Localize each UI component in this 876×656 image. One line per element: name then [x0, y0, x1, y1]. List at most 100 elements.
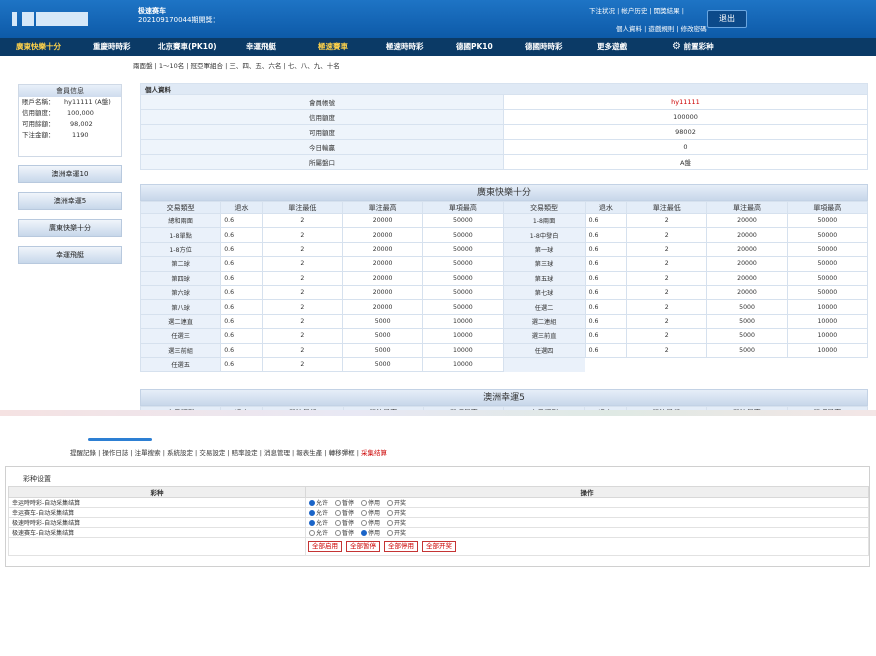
odds-cell: 0.6	[220, 299, 263, 315]
odds-cell: 50000	[422, 241, 504, 258]
odds-col-header: 交易類型	[139, 201, 222, 214]
header-links-bottom: 個人資料 | 遊戲規則 | 修改密碼	[616, 25, 707, 33]
radio-button[interactable]	[335, 500, 342, 506]
odds-cell: 2	[261, 241, 344, 258]
lottery-name: 极速赛车-自动采集结算	[8, 527, 306, 538]
side-btn-gdkl10[interactable]: 廣東快樂十分	[18, 219, 122, 237]
radio-label: 开奖	[394, 510, 407, 517]
sub-nav[interactable]: 兩面盤 | 1～10名 | 冠亞軍組合 | 三、四、五、六名 | 七、八、九、十…	[133, 60, 340, 70]
radio-button[interactable]	[361, 500, 368, 506]
odds-cell: 0.6	[584, 227, 628, 243]
admin-tab-active[interactable]: 采集结算	[361, 449, 387, 457]
radio-label: 开奖	[394, 530, 407, 537]
bulk-action-button[interactable]: 全部停用	[384, 541, 418, 552]
nav-gdkl10[interactable]: 廣東快樂十分	[16, 38, 61, 56]
odds-cell: 0.6	[584, 256, 628, 272]
profile-link[interactable]: 個人資料	[616, 25, 642, 33]
odds-cell: 2	[626, 342, 708, 358]
settings-label: 彩种设置	[23, 475, 51, 483]
admin-tab[interactable]: 操作日誌	[102, 449, 128, 457]
bulk-action-button[interactable]: 全部启用	[308, 541, 342, 552]
odds-cell: 50000	[786, 241, 869, 258]
radio-label: 允许	[316, 530, 329, 537]
side-btn-aus5[interactable]: 澳洲幸運5	[18, 192, 122, 210]
admin-tab[interactable]: 賠率設定	[232, 449, 258, 457]
account-history-link[interactable]: 帐户历史	[621, 7, 647, 15]
admin-tab[interactable]: 交易設定	[199, 449, 225, 457]
admin-tab[interactable]: 報表生產	[296, 449, 322, 457]
blur-divider	[0, 410, 876, 416]
odds-cell: 5000	[706, 299, 788, 315]
lottery-name: 极速時時彩-自动采集结算	[8, 517, 306, 528]
bulk-action-button[interactable]: 全部暂停	[346, 541, 380, 552]
nav-more-games[interactable]: 更多遊戲	[597, 38, 627, 56]
odds-cell: 任選五	[139, 356, 222, 373]
radio-button[interactable]	[309, 520, 315, 526]
odds-cell: 2	[261, 227, 344, 243]
radio-button[interactable]	[335, 520, 342, 526]
odds-cell: 選二連組	[502, 313, 586, 330]
odds-col-header: 單注最高	[706, 201, 788, 214]
game-name: 极速赛车	[138, 7, 166, 15]
admin-tab[interactable]: 提醒記錄	[70, 449, 96, 457]
odds-cell: 0.6	[220, 342, 263, 358]
odds-cell: 50000	[786, 227, 869, 243]
nav-depk10[interactable]: 德國PK10	[456, 38, 493, 56]
radio-button[interactable]	[335, 510, 342, 516]
admin-tab[interactable]: 注單搜索	[135, 449, 161, 457]
radio-button[interactable]	[335, 530, 342, 536]
radio-button[interactable]	[309, 510, 315, 516]
odds-cell: 20000	[342, 299, 424, 315]
nav-cqssc[interactable]: 重慶時時彩	[93, 38, 131, 56]
odds-cell: 任選二	[502, 299, 586, 315]
odds-col-header: 單注最高	[342, 201, 424, 214]
radio-button[interactable]	[309, 500, 315, 506]
radio-button[interactable]	[387, 520, 394, 526]
side-btn-aus10[interactable]: 澳洲幸運10	[18, 165, 122, 183]
rules-link[interactable]: 遊戲規則	[648, 25, 674, 33]
odds-cell: 1-8中發白	[502, 227, 586, 243]
odds-cell: 50000	[786, 212, 869, 229]
admin-tab[interactable]: 系統設定	[167, 449, 193, 457]
odds-cell: 2	[261, 328, 344, 344]
operation-cell: 允许 暂停 停用 开奖	[305, 527, 869, 538]
logout-button[interactable]: 退出	[707, 10, 747, 28]
radio-button[interactable]	[309, 530, 315, 536]
radio-button[interactable]	[387, 530, 394, 536]
odds-cell: 2	[626, 313, 708, 330]
info-value: 98002	[503, 124, 868, 140]
radio-button[interactable]	[361, 530, 368, 536]
odds-cell: 2	[626, 299, 708, 315]
odds-cell: 任選三	[139, 328, 222, 344]
nav-dessc[interactable]: 德國時時彩	[525, 38, 563, 56]
member-info-title: 會員信息	[19, 85, 121, 97]
admin-tab[interactable]: 消息管理	[264, 449, 290, 457]
radio-button[interactable]	[387, 500, 394, 506]
nav-settings[interactable]: ⚙ 前置彩种	[672, 38, 714, 56]
radio-button[interactable]	[361, 520, 368, 526]
bet-status-link[interactable]: 下注状况	[589, 7, 615, 15]
change-password-link[interactable]: 修改密碼	[681, 25, 707, 33]
odds-cell: 5000	[342, 328, 424, 344]
odds-col-header: 單注最低	[261, 201, 344, 214]
admin-tab[interactable]: 轉移彈框	[329, 449, 355, 457]
odds-cell: 第五球	[502, 270, 586, 286]
odds-cell: 0.6	[220, 227, 263, 243]
radio-label: 暂停	[342, 520, 355, 527]
odds-cell: 2	[626, 227, 708, 243]
odds-cell: 5000	[706, 328, 788, 344]
member-row: 可用餘額： 98,002	[22, 120, 93, 128]
nav-jsssc[interactable]: 極速時時彩	[386, 38, 424, 56]
bulk-action-button[interactable]: 全部开奖	[422, 541, 456, 552]
radio-button[interactable]	[361, 510, 368, 516]
radio-label: 停用	[368, 520, 381, 527]
settings-table: 彩种 操作 幸运時時彩-自动采集结算 允许 暂停 停用 开奖 幸运赛车-自动采集结算 允许暂…	[8, 486, 869, 556]
nav-bjpk10[interactable]: 北京賽車(PK10)	[158, 38, 217, 56]
results-link[interactable]: 開獎結果	[654, 7, 680, 15]
nav-jssc[interactable]: 極速賽車	[318, 38, 348, 56]
radio-button[interactable]	[387, 510, 394, 516]
screen: 极速赛车 202109170044期開獎： 下注状况 | 帐户历史 | 開獎結果…	[0, 0, 876, 656]
side-btn-xyft[interactable]: 幸運飛艇	[18, 246, 122, 264]
odds-cell: 1-8單點	[139, 227, 222, 243]
nav-xyft[interactable]: 幸運飛艇	[246, 38, 276, 56]
